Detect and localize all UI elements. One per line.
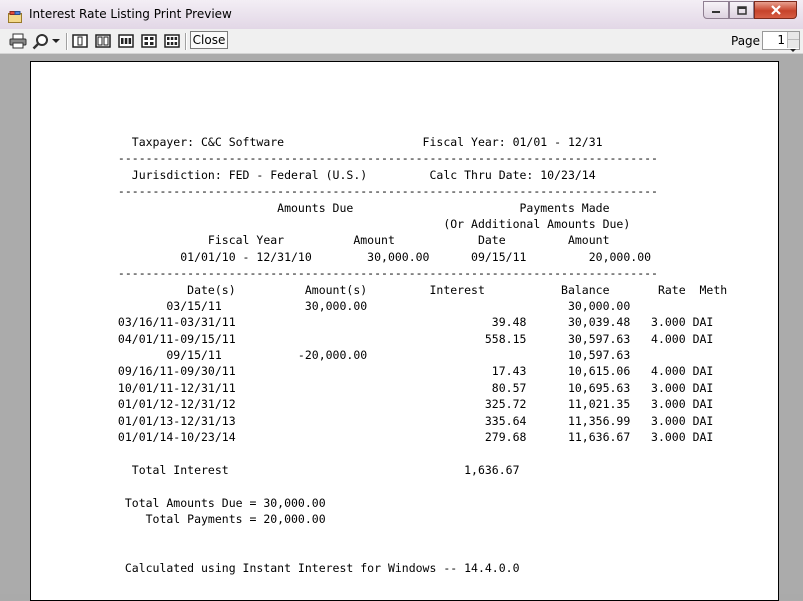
window-close-button[interactable] [754,1,797,19]
window-controls [703,1,797,20]
window-title: Interest Rate Listing Print Preview [29,7,232,21]
minimize-icon [712,11,720,13]
page-number-stepper[interactable]: 1 [762,31,800,52]
page-down-button[interactable] [787,40,799,52]
print-button[interactable] [8,32,28,50]
four-pages-icon [141,34,157,48]
two-pages-icon [95,34,111,48]
three-pages-icon [118,34,134,48]
maximize-button[interactable] [729,1,754,19]
page-number-value: 1 [777,33,785,47]
report-body: Taxpayer: C&C Software Fiscal Year: 01/0… [111,134,727,577]
maximize-icon [736,5,747,15]
six-pages-icon [164,34,180,48]
report-line [111,445,727,461]
close-preview-button[interactable]: Close [190,31,228,49]
preview-page: Taxpayer: C&C Software Fiscal Year: 01/0… [30,61,779,601]
report-line: Total Payments = 20,000.00 [111,511,326,526]
report-line: 01/01/14-10/23/14 279.68 11,636.67 3.000… [111,430,714,445]
print-icon [9,33,27,49]
zoom-button[interactable] [31,32,49,50]
three-pages-button[interactable] [117,32,135,50]
report-line: Date(s) Amount(s) Interest Balance Rate … [111,282,728,297]
report-line: ----------------------------------------… [111,266,658,281]
report-line: 09/15/11 -20,000.00 10,597.63 [111,348,631,363]
report-line: Taxpayer: C&C Software Fiscal Year: 01/0… [111,135,603,149]
page-up-button[interactable] [787,32,799,45]
report-line [111,527,727,543]
report-line: Jurisdiction: FED - Federal (U.S.) Calc … [111,167,596,182]
report-line: Total Interest 1,636.67 [111,462,520,477]
app-icon [8,8,22,23]
four-pages-button[interactable] [140,32,158,50]
page-label: Page [731,34,761,48]
preview-toolbar: Close Page 1 [0,29,803,54]
report-line: 01/01/13-12/31/13 335.64 11,356.99 3.000… [111,413,714,428]
close-icon [770,5,781,15]
report-line: ----------------------------------------… [111,184,658,199]
report-line: 01/01/12-12/31/12 325.72 11,021.35 3.000… [111,397,714,412]
toolbar-separator [185,33,187,50]
report-line: (Or Additional Amounts Due) [111,216,631,231]
report-line: Amounts Due Payments Made [111,200,610,215]
report-line: Fiscal Year Amount Date Amount [111,233,610,248]
one-page-icon [72,34,88,48]
report-line: ----------------------------------------… [111,151,658,166]
report-line: 03/15/11 30,000.00 30,000.00 [111,298,631,313]
preview-area[interactable]: Taxpayer: C&C Software Fiscal Year: 01/0… [0,54,803,601]
minimize-button[interactable] [703,1,729,19]
report-line: 09/16/11-09/30/11 17.43 10,615.06 4.000 … [111,364,714,379]
dropdown-arrow-icon [52,39,60,43]
report-line: 01/01/10 - 12/31/10 30,000.00 09/15/11 2… [111,249,652,264]
one-page-button[interactable] [71,32,89,50]
report-line: 03/16/11-03/31/11 39.48 30,039.48 3.000 … [111,315,714,330]
zoom-icon [32,33,48,49]
report-line: 04/01/11-09/15/11 558.15 30,597.63 4.000… [111,331,714,346]
report-line [111,478,727,494]
report-line: Total Amounts Due = 30,000.00 [111,495,326,510]
report-line: 10/01/11-12/31/11 80.57 10,695.63 3.000 … [111,380,714,395]
report-line [111,544,727,560]
toolbar-separator [66,33,68,50]
two-pages-button[interactable] [94,32,112,50]
window-titlebar: Interest Rate Listing Print Preview [0,0,803,30]
zoom-dropdown[interactable] [51,32,61,50]
six-pages-button[interactable] [163,32,181,50]
report-line: Calculated using Instant Interest for Wi… [111,561,520,576]
